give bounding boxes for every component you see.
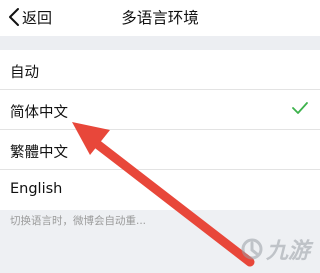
watermark-logo-icon bbox=[241, 238, 263, 260]
language-option-traditional-chinese[interactable]: 繁體中文 bbox=[0, 130, 320, 170]
language-list: 自动 简体中文 繁體中文 English bbox=[0, 50, 320, 210]
language-option-label: 简体中文 bbox=[10, 105, 68, 121]
watermark: 九游 bbox=[241, 233, 310, 265]
watermark-text: 九游 bbox=[265, 239, 310, 264]
navigation-bar: 返回 多语言环境 bbox=[0, 0, 320, 36]
check-icon bbox=[292, 102, 308, 114]
language-option-english[interactable]: English bbox=[0, 170, 320, 210]
language-option-simplified-chinese[interactable]: 简体中文 bbox=[0, 90, 320, 130]
language-option-label: English bbox=[10, 181, 63, 197]
page-title: 多语言环境 bbox=[121, 9, 199, 27]
language-switch-hint: 切换语言时，微博会自动重... bbox=[10, 215, 147, 227]
language-option-label: 自动 bbox=[10, 65, 39, 81]
language-option-label: 繁體中文 bbox=[10, 145, 68, 161]
language-option-auto[interactable]: 自动 bbox=[0, 50, 320, 90]
section-gap bbox=[0, 36, 320, 50]
